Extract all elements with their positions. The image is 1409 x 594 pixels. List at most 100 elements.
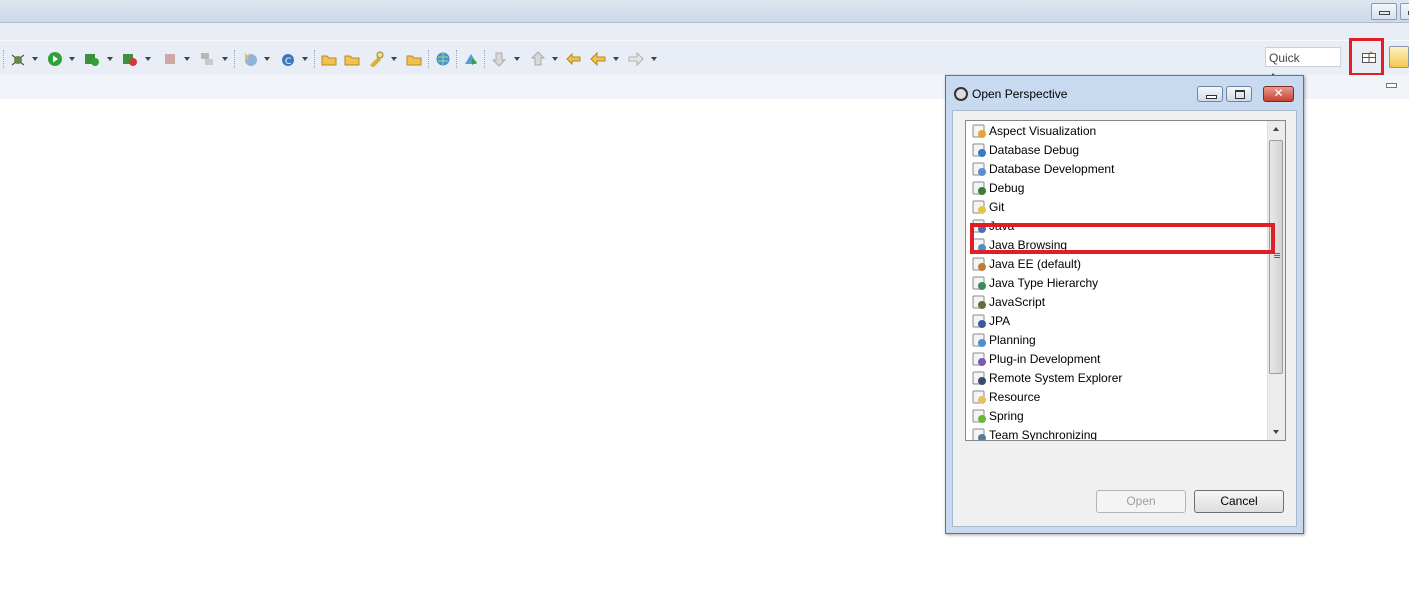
open-perspective-icon [1362, 51, 1376, 63]
list-item[interactable]: Database Development [966, 160, 1269, 179]
list-item[interactable]: Java EE (default) [966, 255, 1269, 274]
back-dropdown-icon[interactable] [613, 57, 619, 61]
debug-dropdown-icon[interactable] [32, 57, 38, 61]
list-item-label: Planning [989, 333, 1036, 347]
external-tools-dropdown-icon[interactable] [145, 57, 151, 61]
toolbar-separator [484, 50, 486, 68]
list-item-label: Plug-in Development [989, 352, 1101, 366]
server-icon [199, 51, 215, 67]
list-item[interactable]: Resource [966, 388, 1269, 407]
list-item[interactable]: JPA [966, 312, 1269, 331]
list-item[interactable]: Plug-in Development [966, 350, 1269, 369]
minimize-button[interactable] [1371, 3, 1397, 20]
list-item[interactable]: Team Synchronizing [966, 426, 1269, 441]
jpa-icon [972, 314, 987, 329]
list-item[interactable]: Git [966, 198, 1269, 217]
menu-strip [0, 23, 1409, 40]
aspect-visualization-icon [972, 124, 987, 139]
toolbar-separator [314, 50, 316, 68]
last-edit-location-icon[interactable] [566, 51, 582, 67]
server-dropdown-icon [222, 57, 228, 61]
list-item-label: Git [989, 200, 1005, 214]
open-perspective-dialog: Open Perspective ✕ Aspect Visualization D… [945, 75, 1304, 534]
list-item[interactable]: Aspect Visualization [966, 122, 1269, 141]
list-item-label: Java Type Hierarchy [989, 276, 1099, 290]
git-item-highlight [970, 223, 1275, 254]
coverage-icon[interactable] [84, 51, 100, 67]
debug-icon[interactable] [10, 51, 26, 67]
previous-annotation-icon [530, 51, 546, 67]
next-annotation-dropdown-icon [514, 57, 520, 61]
dialog-title: Open Perspective [972, 87, 1068, 101]
new-server-icon[interactable] [242, 51, 258, 67]
dialog-body: Aspect Visualization Database Debug Databa… [952, 110, 1297, 527]
java-type-hierarchy-icon [972, 276, 987, 291]
external-tools-icon[interactable] [122, 51, 138, 67]
list-item-label: Resource [989, 390, 1041, 404]
list-item[interactable]: Spring [966, 407, 1269, 426]
spring-icon [972, 409, 987, 424]
open-perspective-button[interactable] [1349, 38, 1384, 76]
open-task-icon[interactable] [406, 51, 422, 67]
next-annotation-icon [491, 51, 507, 67]
list-item[interactable]: JavaScript [966, 293, 1269, 312]
remote-system-explorer-icon [972, 371, 987, 386]
perspective-icon [954, 87, 968, 101]
scroll-down-icon[interactable] [1268, 423, 1285, 440]
main-toolbar: C [0, 40, 1409, 75]
open-type-icon[interactable] [321, 51, 337, 67]
list-item[interactable]: Remote System Explorer [966, 369, 1269, 388]
plugin-development-icon [972, 352, 987, 367]
stop-dropdown-icon [184, 57, 190, 61]
new-server-dropdown-icon[interactable] [264, 57, 270, 61]
quick-access-input[interactable]: Quick Access [1265, 47, 1341, 85]
back-icon[interactable] [590, 51, 606, 67]
search-tool-icon[interactable] [368, 51, 384, 67]
scroll-up-icon[interactable] [1268, 121, 1285, 138]
java-ee-perspective-button[interactable] [1389, 46, 1409, 68]
list-item[interactable]: Database Debug [966, 141, 1269, 160]
resource-icon [972, 390, 987, 405]
restore-button[interactable] [1400, 3, 1409, 20]
cancel-button[interactable]: Cancel [1194, 490, 1284, 513]
dialog-close-button[interactable]: ✕ [1263, 86, 1294, 102]
list-item-label: Team Synchronizing [989, 428, 1098, 441]
list-item-label: JavaScript [989, 295, 1046, 309]
perspective-list-items: Aspect Visualization Database Debug Databa… [966, 122, 1269, 441]
forward-dropdown-icon [651, 57, 657, 61]
list-item-label: Spring [989, 409, 1024, 423]
list-item[interactable]: Debug [966, 179, 1269, 198]
list-item[interactable]: Java Type Hierarchy [966, 274, 1269, 293]
list-item-label: Aspect Visualization [989, 124, 1097, 138]
dialog-title-bar: Open Perspective [954, 84, 1067, 104]
list-item[interactable]: Planning [966, 331, 1269, 350]
list-item-label: Remote System Explorer [989, 371, 1123, 385]
toolbar-separator [428, 50, 430, 68]
java-ee-icon [972, 257, 987, 272]
database-development-icon [972, 162, 987, 177]
dialog-minimize-button[interactable] [1197, 86, 1223, 102]
open-button[interactable]: Open [1096, 490, 1186, 513]
perspective-list[interactable]: Aspect Visualization Database Debug Databa… [965, 120, 1286, 441]
list-item-label: Database Debug [989, 143, 1080, 157]
globe-icon[interactable] [435, 51, 451, 67]
new-java-class-icon[interactable]: C [280, 51, 296, 67]
list-item-label: Database Development [989, 162, 1115, 176]
run-dropdown-icon[interactable] [69, 57, 75, 61]
minimized-view-icon[interactable] [1386, 83, 1397, 88]
search-dropdown-icon[interactable] [391, 57, 397, 61]
list-item-label: JPA [989, 314, 1011, 328]
toolbar-separator [456, 50, 458, 68]
team-synchronizing-icon [972, 428, 987, 440]
stop-icon [162, 51, 178, 67]
coverage-dropdown-icon[interactable] [107, 57, 113, 61]
annotation-icon[interactable] [463, 51, 479, 67]
close-icon: ✕ [1273, 86, 1284, 100]
dialog-maximize-button[interactable] [1226, 86, 1252, 102]
vertical-scrollbar[interactable] [1267, 121, 1285, 440]
new-java-class-dropdown-icon[interactable] [302, 57, 308, 61]
open-folder-icon[interactable] [344, 51, 360, 67]
scroll-thumb[interactable] [1269, 140, 1283, 374]
run-icon[interactable] [47, 51, 63, 67]
toolbar-separator [234, 50, 236, 68]
